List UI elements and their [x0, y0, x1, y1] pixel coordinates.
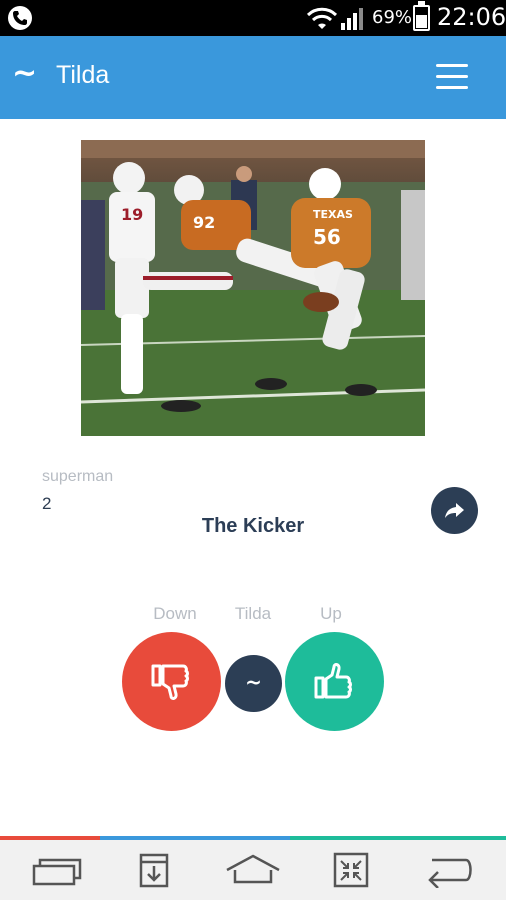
status-bar: 69% 22:06: [0, 0, 506, 36]
signal-icon: [341, 8, 363, 30]
thumbs-up-icon: [314, 663, 352, 699]
svg-text:56: 56: [313, 225, 341, 249]
post-author[interactable]: superman: [42, 468, 113, 486]
hamburger-menu-icon[interactable]: [436, 64, 468, 90]
battery-percent: 69%: [372, 7, 413, 28]
svg-text:TEXAS: TEXAS: [313, 208, 353, 221]
wifi-icon: [306, 7, 338, 29]
share-button[interactable]: [431, 487, 478, 534]
share-arrow-icon: [445, 503, 464, 518]
battery-icon: [413, 1, 430, 31]
svg-text:19: 19: [121, 205, 143, 224]
vote-tilda-label: Tilda: [234, 604, 272, 623]
vote-down-label: Down: [153, 604, 197, 623]
svg-text:92: 92: [193, 213, 215, 232]
download-tray-icon[interactable]: [138, 852, 170, 888]
recent-apps-icon[interactable]: [32, 852, 82, 888]
phone-icon: [8, 6, 32, 30]
shrink-window-icon[interactable]: [332, 852, 370, 888]
system-nav-bar: [0, 840, 506, 900]
vote-up-label: Up: [320, 604, 342, 623]
tilde-logo-icon: ~: [12, 56, 38, 91]
home-icon[interactable]: [225, 852, 281, 888]
app-title: Tilda: [56, 61, 110, 89]
post-score: 2: [42, 494, 52, 513]
post-image[interactable]: 19 92 TEXAS 56: [81, 140, 425, 436]
back-icon[interactable]: [422, 852, 474, 888]
app-bar: ~ Tilda: [0, 36, 506, 119]
thumbs-down-icon: [151, 664, 189, 700]
vote-tilda-button[interactable]: ~: [225, 655, 282, 712]
vote-down-button[interactable]: [122, 632, 221, 731]
vote-up-button[interactable]: [285, 632, 384, 731]
clock: 22:06: [437, 3, 506, 31]
post-title: The Kicker: [201, 515, 305, 537]
